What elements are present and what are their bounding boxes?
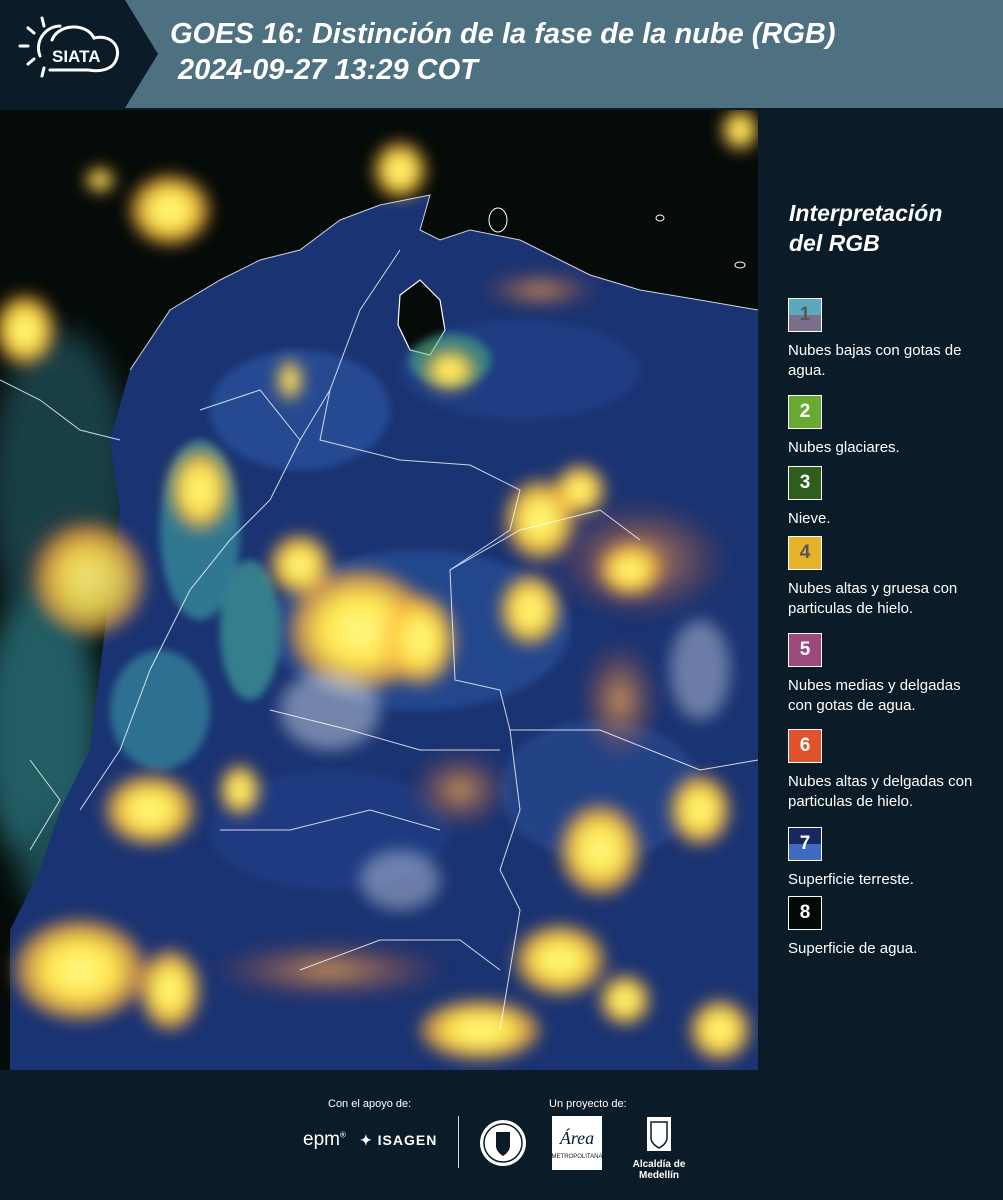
legend-swatch-1: 1 <box>788 298 822 332</box>
legend-number: 6 <box>799 735 811 756</box>
legend-title-line-1: Interpretación <box>789 200 943 226</box>
legend-number: 3 <box>799 472 811 493</box>
header-bar: SIATA GOES 16: Distinción de la fase de … <box>0 0 1003 108</box>
legend-label: Nubes bajas con gotas de agua. <box>788 342 962 379</box>
legend-swatch-2: 2 <box>788 395 822 429</box>
legend-item-6: 6 Nubes altas y delgadas con particulas d… <box>788 729 988 812</box>
legend-title: Interpretación del RGB <box>789 198 942 258</box>
area-metropolitana-logo[interactable]: Área METROPOLITANA <box>552 1116 602 1175</box>
legend-swatch-6: 6 <box>788 729 822 763</box>
legend-label: Nubes glaciares. <box>788 439 900 456</box>
medellin-seal-icon[interactable] <box>478 1118 528 1173</box>
epm-logo-text: epm <box>303 1129 340 1150</box>
support-label: Con el apoyo de: <box>328 1098 412 1110</box>
legend-label: Nubes medias y delgadas con gotas de agu… <box>788 677 961 714</box>
legend-title-line-2: del RGB <box>789 230 880 256</box>
siata-logo[interactable]: SIATA <box>0 0 158 108</box>
epm-logo[interactable]: epm® <box>303 1129 346 1151</box>
page-title: GOES 16: Distinción de la fase de la nub… <box>170 16 836 88</box>
alcaldia-label: Alcaldía de Medellín <box>632 1159 686 1181</box>
footer: Con el apoyo de: Un proyecto de: epm® ✦ … <box>0 1072 1003 1200</box>
legend-swatch-3: 3 <box>788 466 822 500</box>
legend-number: 7 <box>799 833 811 854</box>
legend-label: Nubes altas y gruesa con particulas de h… <box>788 580 958 617</box>
legend-item-8: 8 Superficie de agua. <box>788 896 988 959</box>
legend-item-3: 3 Nieve. <box>788 466 988 529</box>
title-line-2: 2024-09-27 13:29 COT <box>178 54 478 86</box>
legend-label: Superficie terreste. <box>788 871 914 888</box>
legend-item-2: 2 Nubes glaciares. <box>788 395 988 458</box>
legend-swatch-5: 5 <box>788 633 822 667</box>
legend-number: 2 <box>799 401 811 422</box>
alcaldia-shield-icon <box>647 1117 671 1151</box>
legend-number: 1 <box>799 304 811 325</box>
alcaldia-medellin-logo[interactable]: Alcaldía de Medellín <box>614 1116 704 1181</box>
legend-label: Superficie de agua. <box>788 940 918 957</box>
legend-item-7: 7 Superficie terreste. <box>788 827 988 890</box>
legend-swatch-4: 4 <box>788 536 822 570</box>
legend-number: 4 <box>799 542 811 563</box>
title-line-1: GOES 16: Distinción de la fase de la nub… <box>170 18 836 50</box>
siata-logo-text: SIATA <box>52 47 100 66</box>
isagen-logo-text: ISAGEN <box>377 1132 438 1148</box>
area-logo-text: Área <box>559 1127 594 1148</box>
legend-label: Nubes altas y delgadas con particulas de… <box>788 773 973 810</box>
legend-number: 5 <box>799 639 811 660</box>
legend-item-1: 1 Nubes bajas con gotas de agua. <box>788 298 988 381</box>
area-logo-subtext: METROPOLITANA <box>552 1154 602 1160</box>
satellite-map[interactable] <box>0 110 758 1070</box>
project-label: Un proyecto de: <box>549 1098 627 1110</box>
legend-label: Nieve. <box>788 510 831 527</box>
legend-swatch-7: 7 <box>788 827 822 861</box>
isagen-logo[interactable]: ✦ ISAGEN <box>360 1132 437 1149</box>
legend-item-5: 5 Nubes medias y delgadas con gotas de ag… <box>788 633 988 716</box>
legend-number: 8 <box>799 902 811 923</box>
isagen-mark-icon: ✦ <box>360 1132 378 1148</box>
legend-item-4: 4 Nubes altas y gruesa con particulas de … <box>788 536 988 619</box>
footer-divider <box>458 1116 459 1168</box>
legend-swatch-8: 8 <box>788 896 822 930</box>
